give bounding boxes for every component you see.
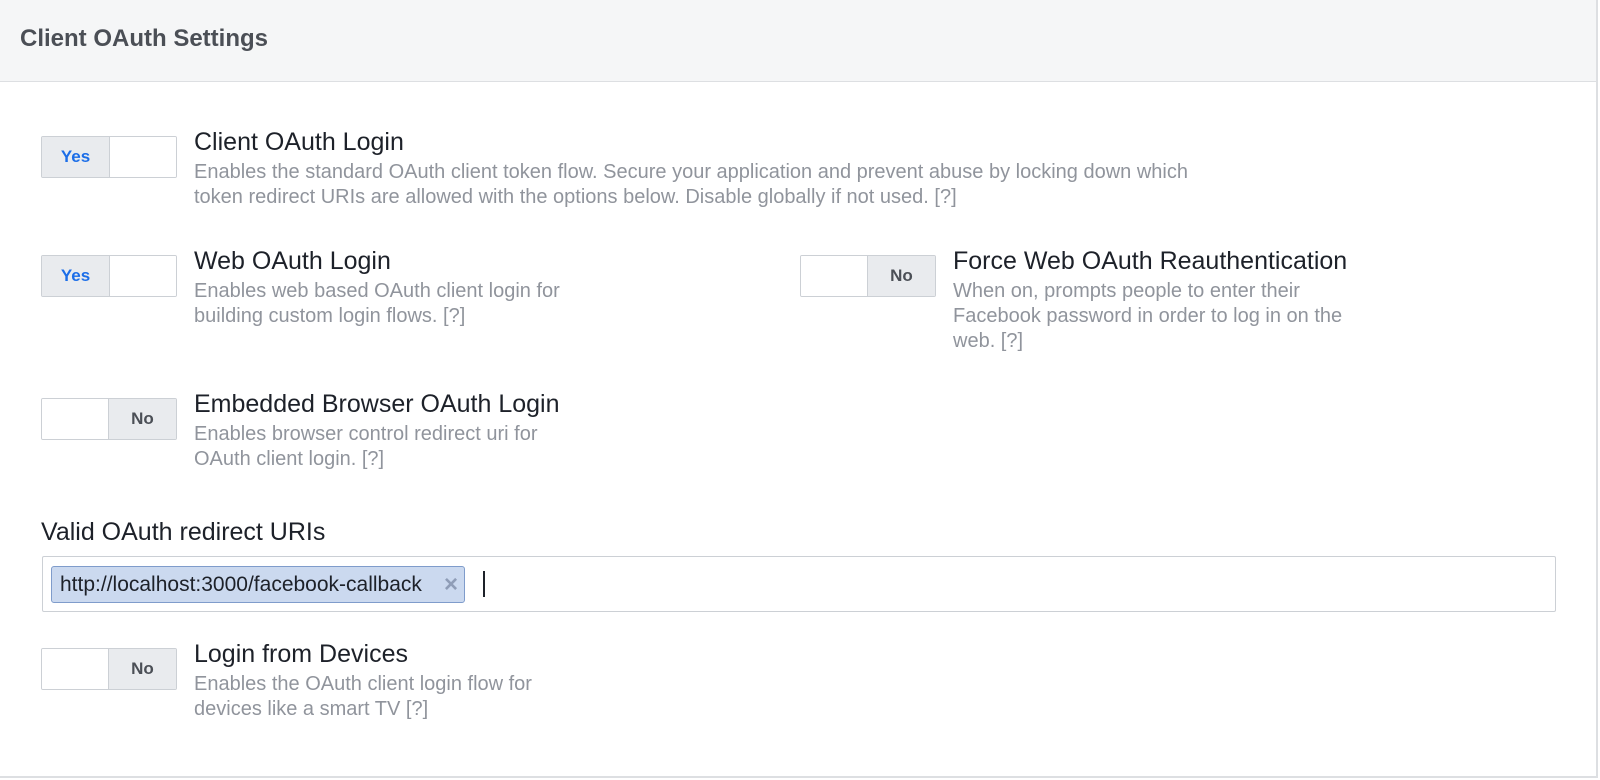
- remove-token-icon[interactable]: ×: [444, 567, 458, 602]
- embedded-browser-oauth-login-toggle[interactable]: No: [41, 398, 177, 440]
- toggle-state-label: No: [108, 649, 176, 689]
- toggle-state-label: No: [867, 256, 935, 296]
- client-oauth-login-description: Enables the standard OAuth client token …: [194, 161, 1188, 208]
- panel-header: Client OAuth Settings: [0, 0, 1596, 82]
- toggle-state-label: No: [108, 399, 176, 439]
- web-oauth-login-description: Enables web based OAuth client login for…: [194, 280, 560, 327]
- toggle-state-label: Yes: [42, 137, 110, 177]
- login-from-devices-toggle[interactable]: No: [41, 648, 177, 690]
- force-web-oauth-reauth-description: When on, prompts people to enter their F…: [953, 280, 1343, 352]
- force-web-oauth-reauth-toggle[interactable]: No: [800, 255, 936, 297]
- web-oauth-login-toggle[interactable]: Yes: [41, 255, 177, 297]
- text-cursor: [483, 571, 485, 597]
- embedded-browser-oauth-login-title: Embedded Browser OAuth Login: [194, 390, 560, 418]
- redirect-uri-token[interactable]: http://localhost:3000/facebook-callback …: [51, 566, 465, 603]
- embedded-browser-oauth-login-description: Enables browser control redirect uri for…: [194, 423, 538, 470]
- redirect-uris-input[interactable]: http://localhost:3000/facebook-callback …: [42, 556, 1556, 612]
- web-oauth-login-title: Web OAuth Login: [194, 247, 391, 275]
- redirect-uris-label: Valid OAuth redirect URIs: [41, 518, 326, 546]
- client-oauth-settings-panel: Client OAuth Settings Yes Client OAuth L…: [0, 0, 1598, 778]
- force-web-oauth-reauth-title: Force Web OAuth Reauthentication: [953, 247, 1348, 275]
- login-from-devices-title: Login from Devices: [194, 640, 408, 668]
- toggle-knob: [110, 137, 176, 177]
- toggle-knob: [110, 256, 176, 296]
- client-oauth-login-toggle[interactable]: Yes: [41, 136, 177, 178]
- login-from-devices-description: Enables the OAuth client login flow for …: [194, 673, 532, 720]
- toggle-state-label: Yes: [42, 256, 110, 296]
- toggle-knob: [42, 399, 108, 439]
- client-oauth-login-title: Client OAuth Login: [194, 128, 404, 156]
- toggle-knob: [42, 649, 108, 689]
- redirect-uri-token-text: http://localhost:3000/facebook-callback: [60, 573, 422, 596]
- panel-title: Client OAuth Settings: [20, 25, 268, 52]
- toggle-knob: [801, 256, 867, 296]
